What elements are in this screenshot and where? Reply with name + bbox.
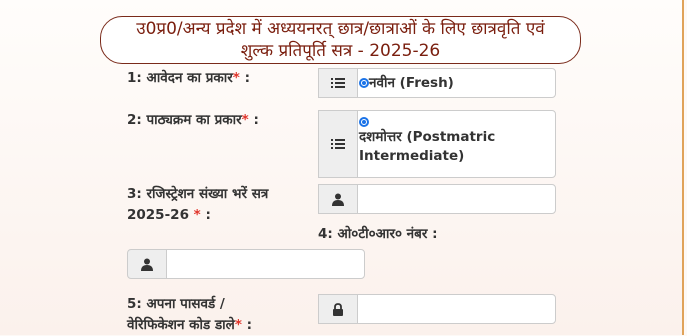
fresh-option-label: नवीन (Fresh) xyxy=(369,75,454,91)
postmatric-option-label-line1: दशमोत्तर (Postmatric xyxy=(359,129,496,145)
registration-number-input[interactable] xyxy=(357,184,556,214)
application-type-addon xyxy=(318,68,358,98)
required-mark: * xyxy=(234,317,242,333)
course-type-field: दशमोत्तर (Postmatric Intermediate) xyxy=(357,110,556,178)
registration-number-addon xyxy=(318,184,358,214)
page-title: उ0प्र0/अन्य प्रदेश में अध्ययनरत् छात्र/छ… xyxy=(100,16,581,64)
password-input[interactable] xyxy=(357,294,556,324)
application-type-label: 1: आवेदन का प्रकार* : xyxy=(127,70,250,86)
page-title-line1: उ0प्र0/अन्य प्रदेश में अध्ययनरत् छात्र/छ… xyxy=(136,19,545,39)
otr-number-input[interactable] xyxy=(166,249,365,279)
page-title-line2: शुल्क प्रतिपूर्ति सत्र - 2025-26 xyxy=(240,41,441,61)
postmatric-radio[interactable] xyxy=(359,116,369,127)
user-icon xyxy=(332,193,344,206)
lock-icon xyxy=(333,302,343,316)
password-addon xyxy=(318,294,358,324)
registration-number-label: 3: रजिस्ट्रेशन संख्या भरें सत्र 2025-26 … xyxy=(127,186,269,223)
list-icon xyxy=(331,139,345,149)
user-icon xyxy=(141,258,153,271)
password-label: 5: अपना पासवर्ड / वेरिफिकेशन कोड डाले* : xyxy=(127,296,253,333)
postmatric-option-label-line2: Intermediate) xyxy=(359,148,465,164)
required-mark: * xyxy=(193,207,201,223)
required-mark: * xyxy=(232,70,240,86)
list-icon xyxy=(331,78,345,88)
fresh-radio[interactable] xyxy=(359,77,369,88)
otr-number-label: 4: ओ०टी०आर० नंबर : xyxy=(318,226,438,242)
otr-number-addon xyxy=(127,249,167,279)
required-mark: * xyxy=(241,112,249,128)
application-type-field: नवीन (Fresh) xyxy=(357,68,556,98)
course-type-addon xyxy=(318,110,358,178)
course-type-label: 2: पाठ्यक्रम का प्रकार* : xyxy=(127,112,259,128)
